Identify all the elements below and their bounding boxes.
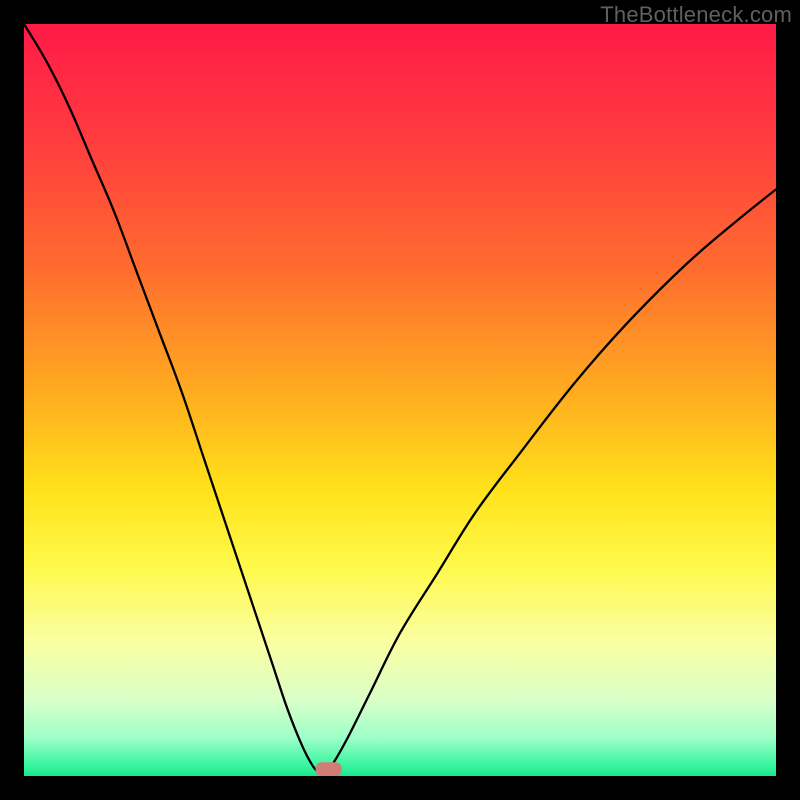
chart-svg xyxy=(24,24,776,776)
gradient-background xyxy=(24,24,776,776)
optimal-marker xyxy=(316,762,342,776)
plot-area xyxy=(24,24,776,776)
chart-frame: TheBottleneck.com xyxy=(0,0,800,800)
watermark-text: TheBottleneck.com xyxy=(600,2,792,28)
